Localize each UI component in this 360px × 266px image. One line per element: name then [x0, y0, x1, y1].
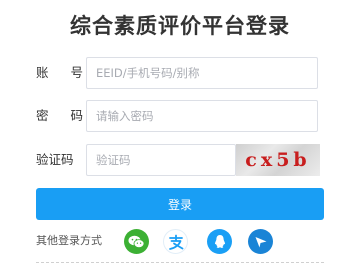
- qq-login-button[interactable]: [207, 229, 232, 254]
- login-button[interactable]: 登录: [36, 188, 324, 220]
- captcha-image[interactable]: cx5b: [236, 144, 320, 176]
- account-row: 账 号: [36, 57, 320, 89]
- account-label: 账 号: [36, 65, 92, 80]
- divider: [36, 262, 324, 263]
- paper-plane-login-button[interactable]: [248, 229, 273, 254]
- password-row: 密 码: [36, 100, 320, 132]
- other-login-label: 其他登录方式: [36, 234, 102, 247]
- qq-icon: [214, 235, 225, 248]
- captcha-text: cx5b: [245, 149, 311, 171]
- alipay-icon: [168, 234, 183, 250]
- wechat-icon: [128, 235, 145, 248]
- captcha-row: 验证码 cx5b: [36, 144, 320, 176]
- captcha-label: 验证码: [36, 152, 74, 167]
- account-input[interactable]: [86, 57, 318, 89]
- wechat-login-button[interactable]: [124, 229, 149, 254]
- password-input[interactable]: [86, 100, 318, 132]
- page-title: 综合素质评价平台登录: [70, 14, 290, 38]
- password-label: 密 码: [36, 108, 92, 123]
- alipay-login-button[interactable]: [163, 229, 188, 254]
- paper-plane-icon: [255, 236, 266, 247]
- captcha-input[interactable]: [86, 144, 236, 176]
